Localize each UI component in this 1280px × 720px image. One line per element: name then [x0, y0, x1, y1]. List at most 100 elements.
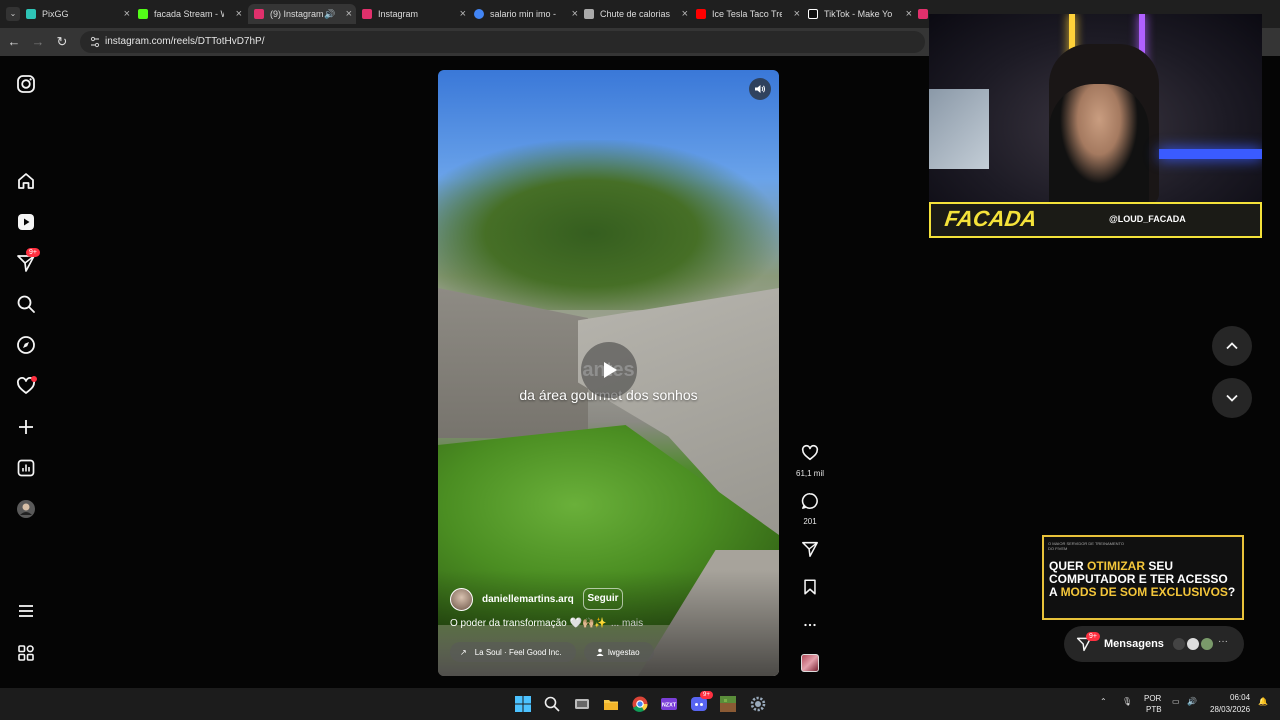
- play-button[interactable]: [581, 342, 637, 398]
- play-icon: [604, 362, 617, 378]
- audio-pill[interactable]: ↗ La Soul · Feel Good Inc.: [450, 642, 576, 662]
- google-favicon-icon: [474, 9, 484, 19]
- close-tab-icon[interactable]: ×: [682, 8, 688, 20]
- reload-button[interactable]: ↻: [54, 34, 70, 50]
- like-button[interactable]: 61,1 mil: [796, 444, 824, 478]
- direct-messages-icon[interactable]: 9+: [16, 248, 40, 273]
- next-reel-button[interactable]: [1212, 378, 1252, 418]
- discord-icon[interactable]: 9+: [690, 691, 713, 713]
- windows-start-icon[interactable]: [514, 695, 532, 713]
- explore-compass-icon[interactable]: [16, 335, 36, 355]
- comment-icon: [801, 493, 818, 509]
- tab-tiktok[interactable]: TikTok - Make Yo ×: [808, 4, 916, 24]
- keyboard-layout[interactable]: PTB: [1146, 705, 1162, 714]
- tab-instagram[interactable]: Instagram ×: [362, 4, 470, 24]
- arrow-up-right-icon: ↗: [460, 647, 467, 657]
- close-tab-icon[interactable]: ×: [236, 8, 242, 20]
- reel-video[interactable]: antes da área gourmet dos sonhos daniell…: [438, 70, 779, 676]
- settings-gear-icon[interactable]: [749, 695, 767, 713]
- pixgg-favicon-icon: [26, 9, 36, 19]
- nzxt-cam-icon[interactable]: NZXT: [660, 695, 678, 713]
- tab-search-button[interactable]: ⌄: [6, 7, 20, 21]
- tab-pixgg[interactable]: PixGG ×: [26, 4, 134, 24]
- close-tab-icon[interactable]: ×: [460, 8, 466, 20]
- chevron-up-icon: [1226, 342, 1238, 350]
- tab-instagram-active[interactable]: (9) Instagram 🔊 ×: [248, 4, 356, 24]
- messages-pill[interactable]: 9+ Mensagens ···: [1064, 626, 1244, 662]
- close-tab-icon[interactable]: ×: [346, 8, 352, 20]
- ad-text-highlight: MODS DE SOM EXCLUSIVOS: [1060, 585, 1228, 599]
- keyboard-language[interactable]: POR: [1144, 694, 1161, 703]
- more-options-button[interactable]: [796, 616, 824, 639]
- close-tab-icon[interactable]: ×: [906, 8, 912, 20]
- follow-button[interactable]: Seguir: [583, 588, 623, 610]
- notifications-heart-icon[interactable]: [16, 376, 37, 396]
- tab-title: Chute de calorias: [600, 9, 670, 19]
- minecraft-icon[interactable]: [719, 695, 737, 713]
- search-icon[interactable]: [543, 695, 561, 713]
- instagram-logo-icon[interactable]: [16, 74, 36, 94]
- more-menu-icon[interactable]: [16, 601, 36, 621]
- network-icon[interactable]: ▭: [1172, 697, 1180, 706]
- ad-text-part: SEU: [1145, 559, 1174, 573]
- tagged-user-pill[interactable]: lwgestao: [584, 642, 654, 662]
- clock-time[interactable]: 06:04: [1230, 693, 1250, 702]
- close-tab-icon[interactable]: ×: [124, 8, 130, 20]
- streamer-handle: @LOUD_FACADA: [1109, 214, 1186, 224]
- discord-badge: 9+: [700, 691, 713, 699]
- person-icon: [596, 648, 604, 656]
- tab-chute-calorias[interactable]: Chute de calorias ×: [584, 4, 692, 24]
- ad-text-part: QUER: [1049, 559, 1088, 573]
- search-icon[interactable]: [16, 294, 36, 314]
- volume-icon[interactable]: 🔊: [1187, 697, 1197, 706]
- microphone-icon[interactable]: 🎙: [1122, 697, 1132, 706]
- also-from-meta-icon[interactable]: [16, 643, 36, 663]
- caption-more-link[interactable]: ... mais: [611, 618, 643, 629]
- address-bar[interactable]: instagram.com/reels/DTTotHvD7hP/: [80, 31, 925, 53]
- close-tab-icon[interactable]: ×: [572, 8, 578, 20]
- profile-avatar[interactable]: [16, 499, 36, 519]
- tab-instagram-2[interactable]: [918, 4, 928, 24]
- site-info-icon[interactable]: [89, 36, 101, 48]
- promo-ad-overlay: O MAIOR SERVIDOR DE TREINAMENTO DO FIVEM…: [1042, 535, 1244, 620]
- audio-title: La Soul · Feel Good Inc.: [474, 647, 562, 657]
- tab-title: TikTok - Make Yo: [824, 9, 893, 19]
- notification-dot: [31, 376, 37, 382]
- tray-chevron-up-icon[interactable]: ⌃: [1100, 697, 1107, 706]
- volume-button[interactable]: [749, 78, 771, 100]
- tab-title: salario min imo -: [490, 9, 557, 19]
- ad-tagline: O MAIOR SERVIDOR DE TREINAMENTO DO FIVEM: [1048, 541, 1125, 551]
- tab-youtube[interactable]: Ice Tesla Taco Tre ×: [696, 4, 804, 24]
- messages-label: Mensagens: [1104, 638, 1164, 650]
- previous-reel-button[interactable]: [1212, 326, 1252, 366]
- comment-button[interactable]: 201: [796, 492, 824, 526]
- streamer-logo: FACADA: [943, 206, 1039, 231]
- close-tab-icon[interactable]: ×: [794, 8, 800, 20]
- contact-avatar: [1172, 637, 1186, 651]
- tab-google-search[interactable]: salario min imo - ×: [474, 4, 582, 24]
- author-username[interactable]: daniellemartins.arq: [482, 594, 574, 605]
- dashboard-chart-icon[interactable]: [16, 458, 36, 478]
- author-avatar[interactable]: [450, 588, 473, 611]
- chrome-icon[interactable]: [631, 695, 649, 713]
- ad-text-part: ?: [1227, 585, 1236, 599]
- share-button[interactable]: [796, 540, 824, 563]
- tab-audio-icon[interactable]: 🔊: [324, 9, 335, 20]
- reel-caption: O poder da transformação 🤍🙌🏼✨ ... mais: [450, 618, 643, 629]
- tagged-username: lwgestao: [608, 647, 640, 657]
- file-explorer-icon[interactable]: [602, 695, 620, 713]
- notification-bell-icon[interactable]: 🔔: [1258, 697, 1268, 706]
- speaker-icon: [755, 85, 766, 93]
- save-button[interactable]: [796, 578, 824, 601]
- heart-icon: [801, 444, 819, 461]
- task-view-icon[interactable]: [573, 695, 591, 713]
- forward-button[interactable]: →: [30, 34, 46, 50]
- back-button[interactable]: ←: [6, 34, 22, 50]
- audio-thumbnail[interactable]: [801, 654, 819, 672]
- home-icon[interactable]: [16, 171, 36, 191]
- ad-text-part: COMPUTADOR E TER ACESSO: [1049, 572, 1228, 586]
- tab-facada-stream[interactable]: facada Stream - W ×: [138, 4, 246, 24]
- create-plus-icon[interactable]: [16, 417, 36, 437]
- reels-icon[interactable]: [16, 212, 36, 232]
- clock-date[interactable]: 28/03/2026: [1210, 705, 1250, 714]
